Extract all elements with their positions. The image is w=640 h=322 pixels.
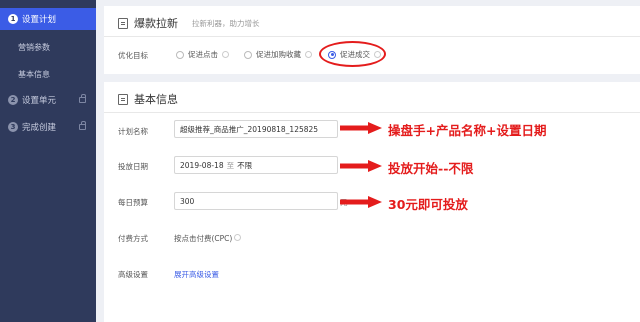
help-icon[interactable] bbox=[305, 51, 312, 58]
date-end: 不限 bbox=[237, 160, 253, 170]
arrow-right-icon bbox=[340, 160, 382, 172]
radio-cart-favorite[interactable]: 促进加购收藏 bbox=[244, 49, 312, 60]
panel-header: 基本信息 bbox=[118, 91, 178, 107]
help-icon[interactable] bbox=[222, 51, 229, 58]
date-start: 2019-08-18 bbox=[180, 160, 224, 170]
highlight-circle bbox=[319, 41, 386, 67]
radio-click[interactable]: 促进点击 bbox=[176, 49, 229, 60]
plan-type-panel: 爆款拉新 拉新利器，助力增长 优化目标 促进点击 促进加购收藏 促进成交 bbox=[104, 6, 640, 74]
lock-icon bbox=[79, 121, 86, 130]
advanced-label: 高级设置 bbox=[118, 270, 148, 279]
sidebar-substep-basic-info[interactable]: 基本信息 bbox=[18, 69, 50, 80]
panel-header: 爆款拉新 拉新利器，助力增长 bbox=[118, 15, 260, 31]
budget-label: 每日预算 bbox=[118, 198, 148, 207]
sidebar-step-1[interactable]: 1 设置计划 bbox=[0, 8, 96, 30]
optimize-target-label: 优化目标 bbox=[118, 51, 148, 60]
sidebar-step-label: 完成创建 bbox=[22, 123, 57, 133]
step-number: 3 bbox=[8, 122, 18, 132]
lock-icon bbox=[79, 94, 86, 103]
annotation-date: 投放开始--不限 bbox=[388, 161, 474, 176]
budget-input[interactable]: 300 bbox=[174, 192, 338, 210]
pay-method-label: 付费方式 bbox=[118, 234, 148, 243]
page-subtitle: 拉新利器，助力增长 bbox=[192, 18, 260, 28]
sidebar: 1 设置计划 营销参数 基本信息 2 设置单元 3 完成创建 bbox=[0, 0, 96, 322]
document-icon bbox=[118, 17, 128, 29]
date-range-input[interactable]: 2019-08-18 至 不限 bbox=[174, 156, 338, 174]
radio-label: 促进加购收藏 bbox=[256, 50, 301, 59]
divider bbox=[104, 112, 640, 113]
sidebar-step-3[interactable]: 3 完成创建 bbox=[0, 116, 96, 138]
radio-label: 促进点击 bbox=[188, 50, 218, 59]
section-title: 基本信息 bbox=[134, 93, 178, 106]
sidebar-step-2[interactable]: 2 设置单元 bbox=[0, 89, 96, 111]
plan-name-label: 计划名称 bbox=[118, 127, 148, 136]
sidebar-substep-marketing[interactable]: 营销参数 bbox=[18, 42, 50, 53]
arrow-right-icon bbox=[340, 196, 382, 208]
divider bbox=[104, 36, 640, 37]
help-icon[interactable] bbox=[234, 234, 241, 241]
annotation-budget: 30元即可投放 bbox=[388, 197, 468, 212]
date-separator: 至 bbox=[226, 160, 235, 170]
date-label: 投放日期 bbox=[118, 162, 148, 171]
page-title: 爆款拉新 bbox=[134, 17, 178, 30]
plan-name-input[interactable]: 超级推荐_商品推广_20190818_125825 bbox=[174, 120, 338, 138]
annotation-plan-name: 操盘手+产品名称+设置日期 bbox=[388, 123, 547, 138]
radio-dot[interactable] bbox=[176, 50, 184, 59]
sidebar-step-label: 设置单元 bbox=[22, 96, 57, 106]
arrow-right-icon bbox=[340, 122, 382, 134]
step-number: 1 bbox=[8, 14, 18, 24]
step-number: 2 bbox=[8, 95, 18, 105]
expand-advanced-link[interactable]: 展开高级设置 bbox=[174, 269, 219, 280]
radio-dot[interactable] bbox=[244, 50, 252, 59]
document-icon bbox=[118, 93, 128, 105]
sidebar-step-label: 设置计划 bbox=[22, 15, 57, 25]
pay-method-value: 按点击付费(CPC) bbox=[174, 234, 233, 243]
